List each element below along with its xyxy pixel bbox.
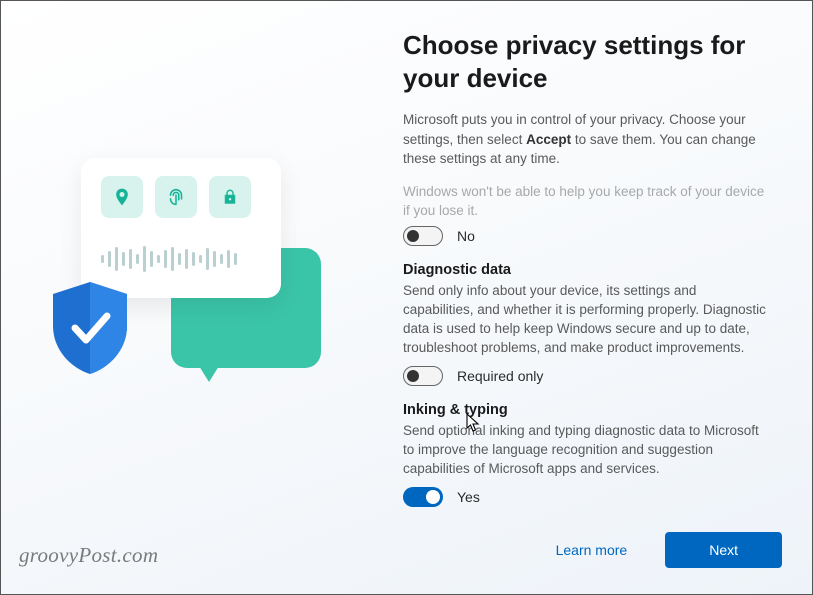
- inking-state-label: Yes: [457, 489, 480, 505]
- inking-toggle[interactable]: [403, 487, 443, 507]
- fingerprint-icon: [155, 176, 197, 218]
- diagnostic-setting: Required only: [403, 366, 770, 386]
- diagnostic-toggle[interactable]: [403, 366, 443, 386]
- privacy-settings-page: Choose privacy settings for your device …: [1, 1, 812, 594]
- watermark-text: groovyPost.com: [19, 543, 158, 568]
- diagnostic-state-label: Required only: [457, 368, 543, 384]
- content-pane: Choose privacy settings for your device …: [381, 1, 812, 594]
- shield-check-icon: [45, 278, 135, 378]
- audio-wave-decoration: [101, 244, 261, 274]
- find-device-toggle[interactable]: [403, 226, 443, 246]
- learn-more-link[interactable]: Learn more: [556, 542, 628, 558]
- find-device-setting: No: [403, 226, 770, 246]
- diagnostic-desc: Send only info about your device, its se…: [403, 282, 770, 358]
- lock-icon: [209, 176, 251, 218]
- illustration-pane: [1, 1, 381, 594]
- privacy-card: [81, 158, 281, 298]
- diagnostic-title: Diagnostic data: [403, 262, 770, 278]
- inking-setting: Yes: [403, 487, 770, 507]
- next-button[interactable]: Next: [665, 532, 782, 568]
- footer-actions: Learn more Next: [556, 532, 782, 568]
- inking-desc: Send optional inking and typing diagnost…: [403, 422, 770, 479]
- find-device-state-label: No: [457, 228, 475, 244]
- find-device-desc-partial: Windows won't be able to help you keep t…: [403, 183, 770, 221]
- page-title: Choose privacy settings for your device: [403, 29, 770, 94]
- inking-title: Inking & typing: [403, 402, 770, 418]
- location-pin-icon: [101, 176, 143, 218]
- privacy-illustration: [51, 148, 331, 388]
- intro-text: Microsoft puts you in control of your pr…: [403, 110, 770, 169]
